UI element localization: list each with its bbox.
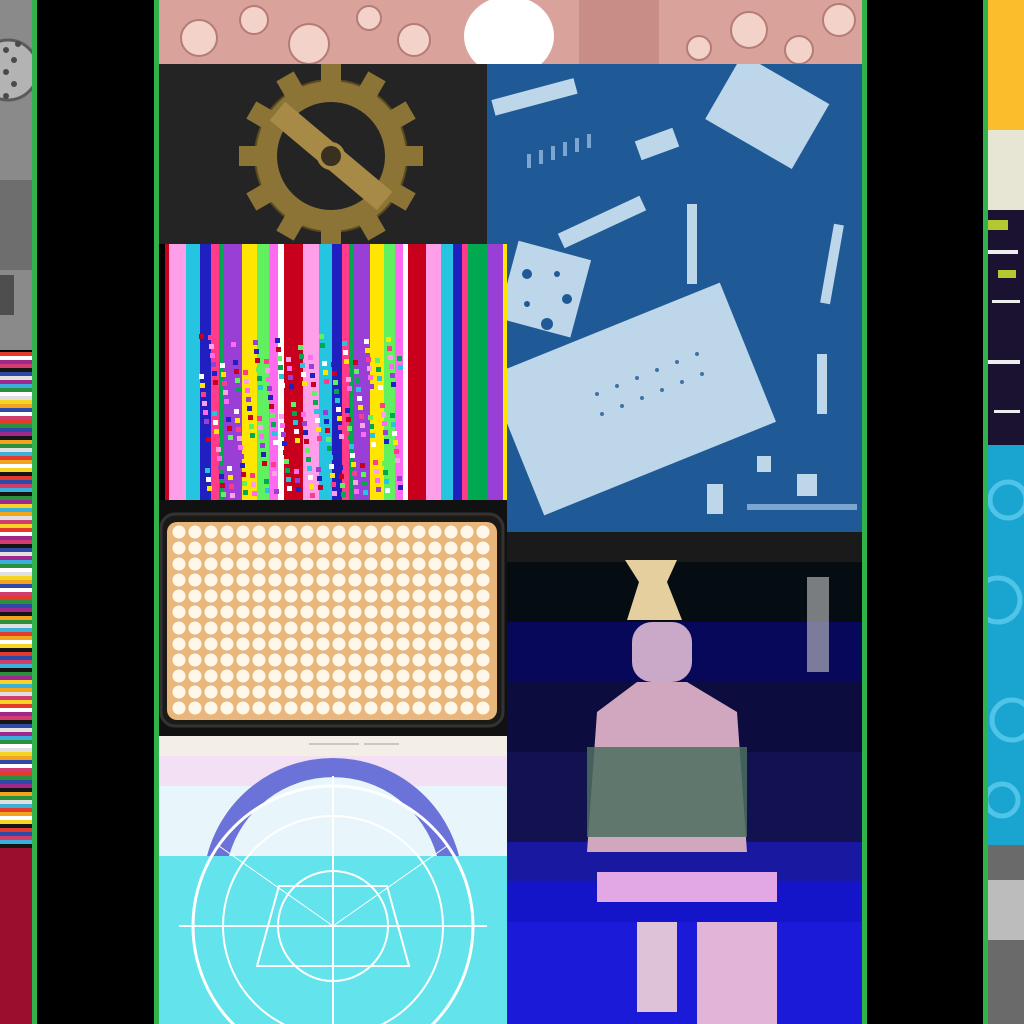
- led-panel-tile: [159, 500, 507, 736]
- main-right-green-border: [862, 0, 867, 1024]
- cyanotype-plates-tile: [487, 64, 862, 532]
- gear-emblem-tile: [159, 64, 487, 244]
- right-side-strip: [988, 0, 1024, 1024]
- left-green-divider: [32, 0, 37, 1024]
- collage-panel: [159, 0, 862, 1024]
- pink-texture-tile: [159, 0, 862, 64]
- glitch-bands-tile: [159, 244, 507, 500]
- dial-diagram-tile: [159, 736, 507, 1024]
- left-side-strip: [0, 0, 32, 1024]
- glitch-figure-tile: [507, 532, 862, 1024]
